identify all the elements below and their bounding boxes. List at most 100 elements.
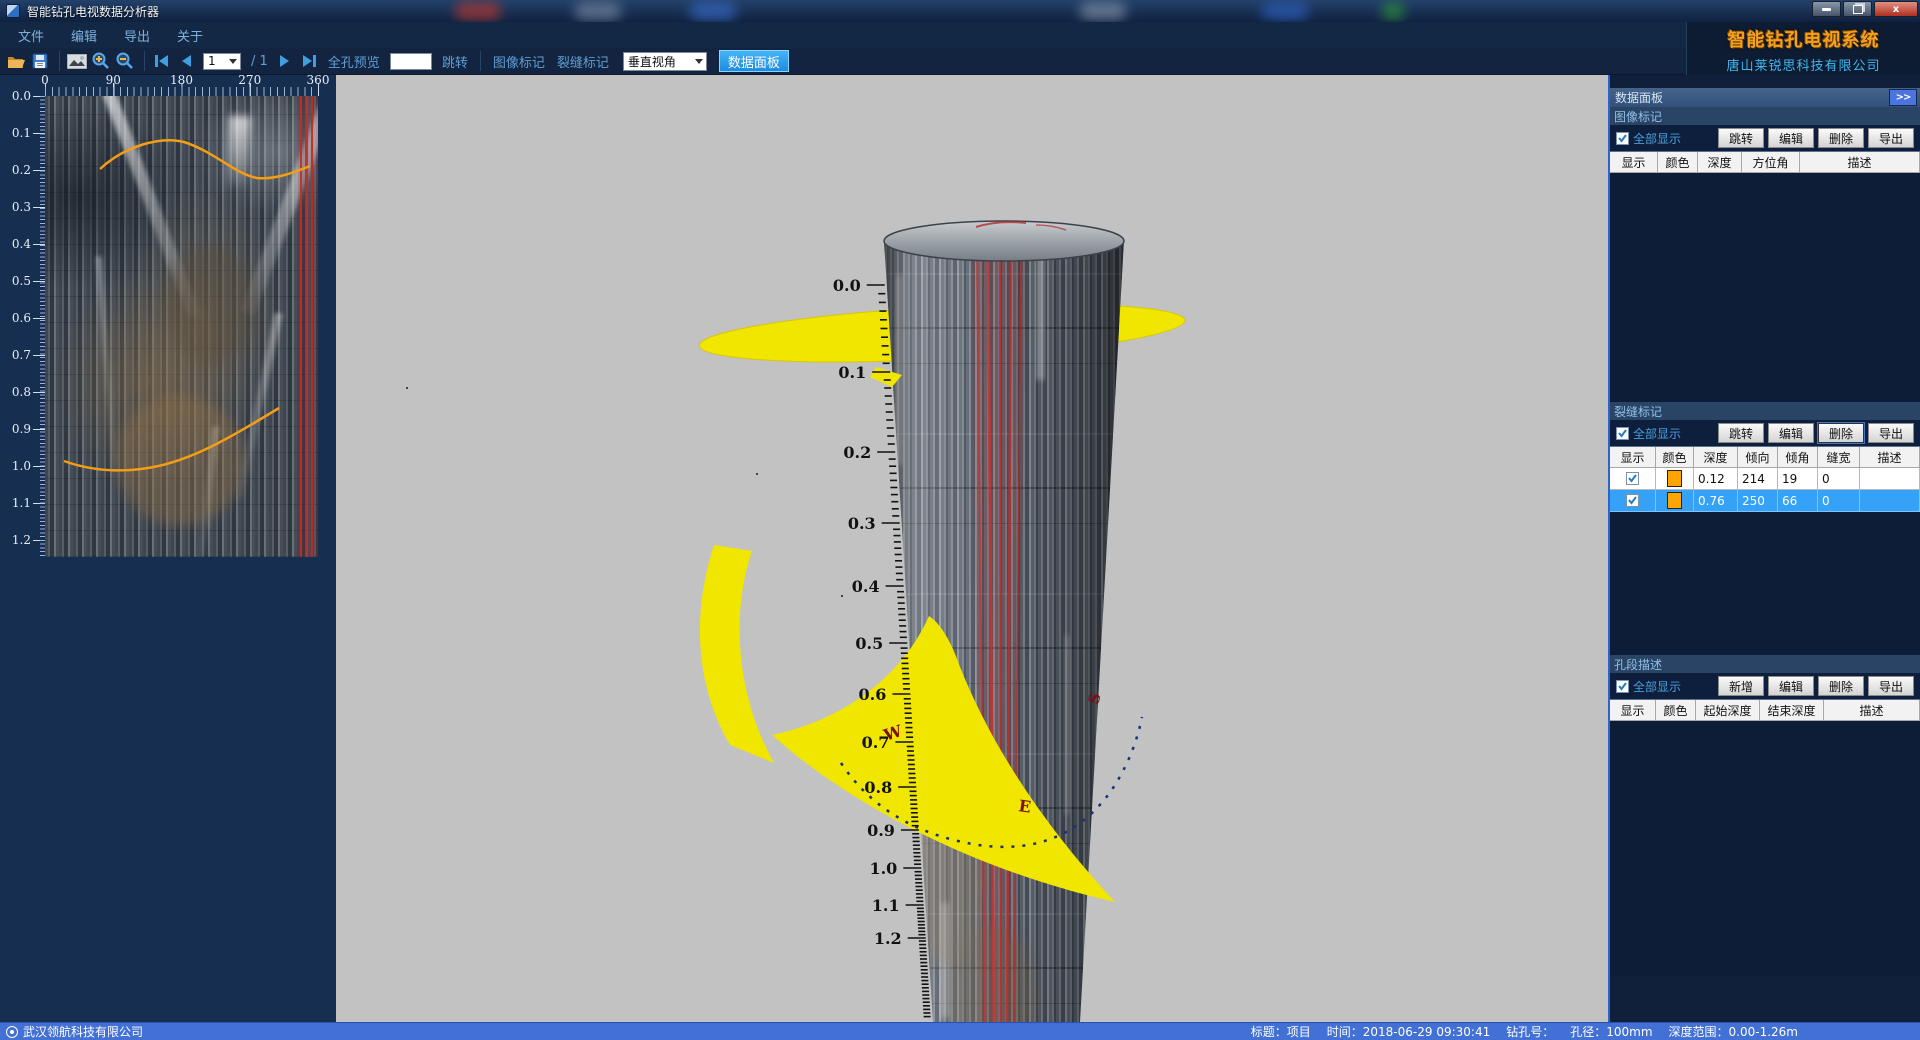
depth-scale-label: 0.0 xyxy=(1,89,31,103)
image-mark-button[interactable]: 图像标记 xyxy=(493,52,545,71)
cell-width: 0 xyxy=(1818,468,1860,490)
status-hole-number: 钻孔号： xyxy=(1506,1023,1554,1040)
cell-dip-direction: 250 xyxy=(1738,490,1778,512)
cylinder-top-opening xyxy=(884,221,1124,261)
col-dip-angle: 倾角 xyxy=(1778,447,1818,468)
whole-hole-image-icon[interactable] xyxy=(66,51,88,71)
crack-marks-showall-label[interactable]: 全部显示 xyxy=(1633,425,1718,442)
image-marks-jump-button[interactable]: 跳转 xyxy=(1718,128,1764,148)
fracture-row-2-selected[interactable]: 0.76 250 66 0 xyxy=(1610,490,1920,512)
segments-showall-label[interactable]: 全部显示 xyxy=(1633,678,1718,695)
depth-scale-label: 0.3 xyxy=(1,200,31,214)
menu-about[interactable]: 关于 xyxy=(177,26,203,45)
col-depth: 深度 xyxy=(1694,447,1738,468)
col-desc: 描述 xyxy=(1800,152,1920,173)
status-title: 标题：项目 xyxy=(1251,1023,1311,1040)
view-angle-select[interactable]: 垂直视角 xyxy=(623,52,707,71)
first-page-icon[interactable] xyxy=(151,51,173,71)
col-show: 显示 xyxy=(1610,447,1656,468)
image-marks-showall-label[interactable]: 全部显示 xyxy=(1633,130,1718,147)
image-marks-delete-button[interactable]: 删除 xyxy=(1818,128,1864,148)
left-preview-panel: 090180270360 0.00.10.20.30.40.50.60.70.8… xyxy=(0,75,336,1022)
depth-scale-label: 0.7 xyxy=(1,348,31,362)
crack-marks-controls: 全部显示 跳转 编辑 删除 导出 xyxy=(1610,420,1920,446)
cell-desc xyxy=(1860,490,1920,512)
collapse-panel-button[interactable]: >> xyxy=(1889,89,1917,106)
crack-marks-delete-button[interactable]: 删除 xyxy=(1818,423,1864,443)
taskbar-blur-decoration xyxy=(1382,2,1404,20)
data-panel-header: 数据面板 >> xyxy=(1610,88,1920,107)
cylinder-depth-label: 0.8 xyxy=(864,778,892,797)
last-page-icon[interactable] xyxy=(298,51,320,71)
minimize-button[interactable] xyxy=(1812,1,1841,17)
save-icon[interactable] xyxy=(29,51,51,71)
menubar: 文件 编辑 导出 关于 xyxy=(0,22,1686,48)
row-checkbox[interactable] xyxy=(1626,494,1639,507)
menu-edit[interactable]: 编辑 xyxy=(71,26,97,45)
content-area: 090180270360 0.00.10.20.30.40.50.60.70.8… xyxy=(0,75,1920,1022)
jump-depth-input[interactable] xyxy=(390,53,432,70)
app-icon xyxy=(6,4,20,18)
cylinder-depth-label: 0.5 xyxy=(855,634,883,653)
view-angle-value: 垂直视角 xyxy=(624,53,695,70)
brand-system-name: 智能钻孔电视系统 xyxy=(1687,26,1920,52)
crack-marks-jump-button[interactable]: 跳转 xyxy=(1718,423,1764,443)
image-marks-showall-checkbox[interactable] xyxy=(1616,132,1629,145)
depth-scale-label: 1.2 xyxy=(1,533,31,547)
cylinder-depth-label: 0.4 xyxy=(852,577,880,596)
window-title: 智能钻孔电视数据分析器 xyxy=(27,3,159,20)
depth-scale-label: 0.1 xyxy=(1,126,31,140)
taskbar-blur-decoration xyxy=(1080,2,1126,20)
taskbar-blur-decoration xyxy=(1262,2,1308,20)
fracture-sinusoid-1[interactable] xyxy=(100,140,310,178)
cylinder-depth-label: 0.1 xyxy=(838,363,866,382)
col-end-depth: 结束深度 xyxy=(1760,700,1824,721)
color-swatch[interactable] xyxy=(1667,492,1682,509)
fracture-row-1[interactable]: 0.12 214 19 0 xyxy=(1610,468,1920,490)
main-3d-view[interactable]: W E S 0.00.10.20.30.40.50.60.70.80.91.01… xyxy=(336,75,1608,1022)
crack-marks-showall-checkbox[interactable] xyxy=(1616,427,1629,440)
depth-scale-label: 0.4 xyxy=(1,237,31,251)
zoom-out-icon[interactable] xyxy=(114,51,136,71)
image-marks-export-button[interactable]: 导出 xyxy=(1868,128,1914,148)
menu-file[interactable]: 文件 xyxy=(18,26,44,45)
segments-edit-button[interactable]: 编辑 xyxy=(1768,676,1814,696)
previous-page-icon[interactable] xyxy=(175,51,197,71)
chevron-down-icon xyxy=(229,59,237,64)
borehole-unwrapped-image[interactable] xyxy=(45,96,318,557)
whole-hole-preview-button[interactable]: 全孔预览 xyxy=(328,52,380,71)
crack-marks-export-button[interactable]: 导出 xyxy=(1868,423,1914,443)
image-marks-edit-button[interactable]: 编辑 xyxy=(1768,128,1814,148)
segments-delete-button[interactable]: 删除 xyxy=(1818,676,1864,696)
col-color: 颜色 xyxy=(1656,447,1694,468)
crack-marks-edit-button[interactable]: 编辑 xyxy=(1768,423,1814,443)
cylinder-depth-label: 0.6 xyxy=(859,685,887,704)
jump-button[interactable]: 跳转 xyxy=(442,52,468,71)
crack-mark-button[interactable]: 裂缝标记 xyxy=(557,52,609,71)
cylinder-depth-label: 0.7 xyxy=(862,733,890,752)
open-file-icon[interactable] xyxy=(5,51,27,71)
cylinder-depth-label: 1.1 xyxy=(872,896,900,915)
taskbar-blur-decoration xyxy=(690,2,736,20)
data-panel-toggle-button[interactable]: 数据面板 xyxy=(719,50,789,72)
fracture-sinusoid-2[interactable] xyxy=(64,408,279,470)
image-marks-controls: 全部显示 跳转 编辑 删除 导出 xyxy=(1610,125,1920,151)
depth-scale-label: 0.9 xyxy=(1,422,31,436)
next-page-icon[interactable] xyxy=(274,51,296,71)
segments-export-button[interactable]: 导出 xyxy=(1868,676,1914,696)
segments-showall-checkbox[interactable] xyxy=(1616,680,1629,693)
angle-ruler-ticks xyxy=(45,87,318,96)
close-button[interactable]: x xyxy=(1874,1,1918,17)
crack-marks-table-header: 显示 颜色 深度 倾向 倾角 缝宽 描述 xyxy=(1610,446,1920,468)
color-swatch[interactable] xyxy=(1667,470,1682,487)
menu-export[interactable]: 导出 xyxy=(124,26,150,45)
cylinder-depth-label: 1.2 xyxy=(874,929,902,948)
image-marks-empty-area xyxy=(1610,173,1920,402)
zoom-in-icon[interactable] xyxy=(90,51,112,71)
restore-button[interactable] xyxy=(1843,1,1872,17)
row-checkbox[interactable] xyxy=(1626,472,1639,485)
borehole-3d-scene: W E S 0.00.10.20.30.40.50.60.70.80.91.01… xyxy=(336,75,1608,1022)
segments-add-button[interactable]: 新增 xyxy=(1718,676,1764,696)
page-select[interactable]: 1 xyxy=(203,53,241,70)
cylinder-depth-label: 0.9 xyxy=(867,821,895,840)
